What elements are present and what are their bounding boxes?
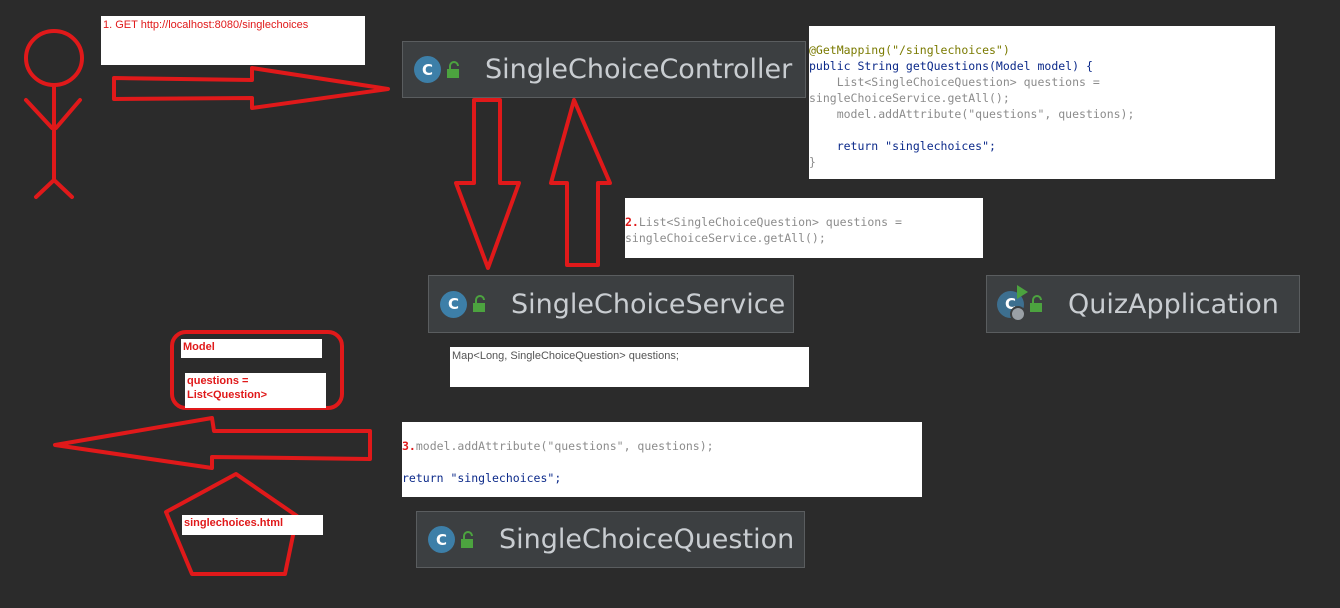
request-arrow (112, 66, 390, 110)
code-line-3: List<SingleChoiceQuestion> questions = (809, 75, 1100, 89)
model-title: Model (183, 341, 215, 353)
step3-code-snippet: 3.model.addAttribute("questions", questi… (402, 422, 922, 497)
unlocked-padlock-icon (1030, 295, 1042, 312)
step2-code-snippet: 2.List<SingleChoiceQuestion> questions =… (625, 198, 983, 258)
code-line-1: @GetMapping("/singlechoices") (809, 43, 1010, 57)
step1-request-note: 1. GET http://localhost:8080/singlechoic… (101, 16, 365, 65)
unlocked-padlock-icon (447, 60, 459, 78)
code-line-5: model.addAttribute("questions", question… (809, 107, 1135, 121)
class-c-icon: C (440, 290, 467, 318)
call-service-arrow (454, 98, 521, 270)
class-box-service[interactable]: C SingleChoiceService (428, 275, 794, 333)
model-content-note: questions = List<Question> (185, 373, 326, 408)
class-box-controller[interactable]: C SingleChoiceController (402, 41, 806, 98)
unlocked-padlock-icon (461, 530, 473, 548)
user-stick-figure (24, 29, 84, 199)
code-line-4: singleChoiceService.getAll(); (809, 91, 1010, 105)
return-list-arrow (549, 98, 612, 267)
response-arrow (53, 416, 372, 470)
service-map-text: Map<Long, SingleChoiceQuestion> question… (452, 350, 679, 362)
step3-line-1: 3.model.addAttribute("questions", questi… (402, 439, 714, 453)
step2-line-2: singleChoiceService.getAll(); (625, 231, 826, 245)
code-line-2: public String getQuestions(Model model) … (809, 59, 1093, 73)
model-line-2: List<Question> (187, 389, 268, 401)
step3-line-2: return "singlechoices"; (402, 471, 562, 485)
class-box-quiz-application[interactable]: C QuizApplication (986, 275, 1300, 333)
unlocked-padlock-icon (473, 295, 485, 312)
model-line-1: questions = (187, 375, 249, 387)
class-name-service: SingleChoiceService (511, 288, 786, 320)
code-line-6: return "singlechoices"; (809, 139, 996, 153)
model-title-note: Model (181, 339, 322, 358)
class-name-controller: SingleChoiceController (485, 54, 793, 85)
view-label-note: singlechoices.html (182, 515, 323, 535)
code-line-7: } (809, 155, 816, 169)
gear-badge-icon (1010, 305, 1026, 322)
spring-boot-app-icon: C (997, 284, 1028, 322)
class-box-question[interactable]: C SingleChoiceQuestion (416, 511, 805, 568)
run-badge-icon (1017, 284, 1028, 299)
step1-text: 1. GET http://localhost:8080/singlechoic… (103, 19, 309, 31)
class-c-icon: C (428, 526, 455, 553)
class-name-question: SingleChoiceQuestion (499, 524, 795, 555)
controller-code-snippet: @GetMapping("/singlechoices") public Stri… (809, 26, 1275, 179)
service-map-note: Map<Long, SingleChoiceQuestion> question… (450, 347, 809, 387)
class-name-quiz-application: QuizApplication (1068, 288, 1279, 320)
class-c-icon: C (414, 56, 441, 83)
view-label: singlechoices.html (184, 517, 284, 529)
step3-line-blank (402, 454, 922, 470)
step2-line-1: 2.List<SingleChoiceQuestion> questions = (625, 215, 902, 229)
